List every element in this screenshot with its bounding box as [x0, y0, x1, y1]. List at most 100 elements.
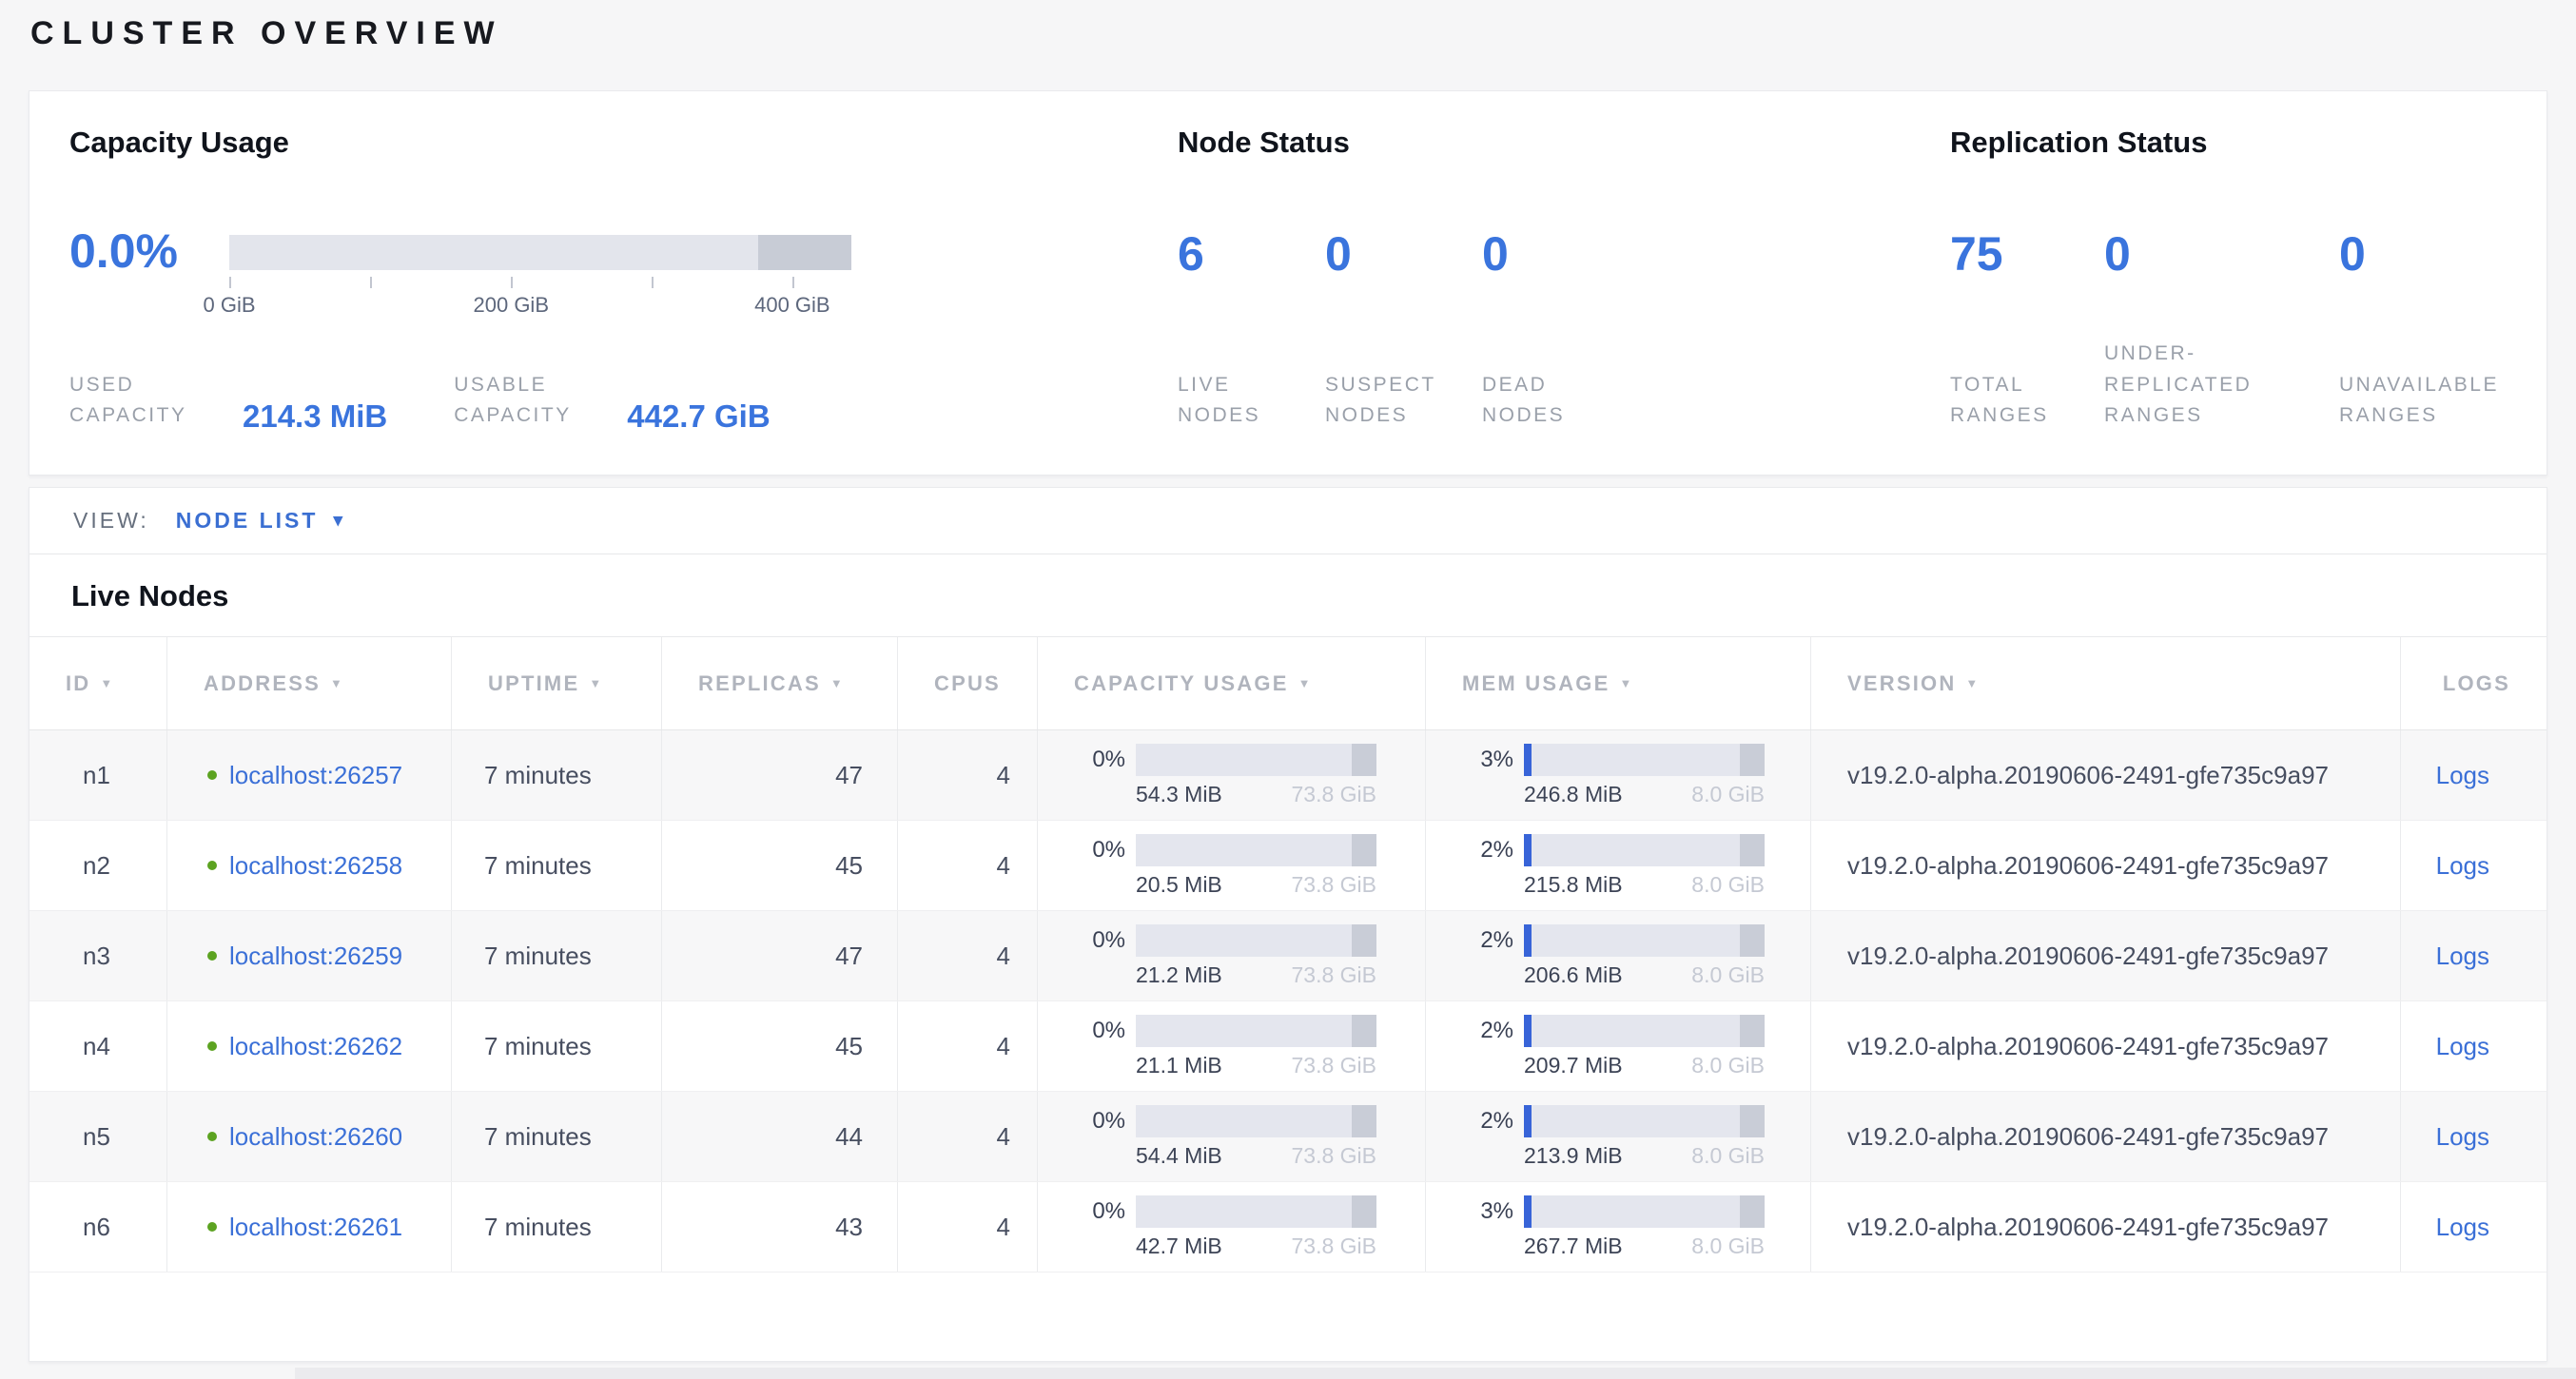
mem-usage-bar-fill [1524, 1195, 1532, 1228]
capacity-usage-cell: 0%42.7 MiB73.8 GiB [1038, 1182, 1426, 1272]
cell-logs: Logs [2401, 1182, 2547, 1272]
cell-uptime: 7 minutes [452, 911, 662, 1000]
capacity-usage-used-value: 54.4 MiB [1136, 1143, 1222, 1169]
mem-usage-cell: 2%206.6 MiB8.0 GiB [1426, 911, 1811, 1000]
axis-tick-label: 400 GiB [754, 293, 830, 318]
logs-link[interactable]: Logs [2436, 1213, 2489, 1242]
mem-usage-bar-fill [1524, 744, 1532, 776]
cell-version: v19.2.0-alpha.20190606-2491-gfe735c9a97 [1811, 911, 2401, 1000]
cell-uptime: 7 minutes [452, 821, 662, 910]
mem-usage-bar-fill [1524, 924, 1532, 957]
cell-logs: Logs [2401, 1092, 2547, 1181]
capacity-usage-heading: Capacity Usage [69, 126, 289, 160]
table-header-row: ID▼ADDRESS▼UPTIME▼REPLICAS▼CPUSCAPACITY … [29, 637, 2547, 730]
mem-usage-used-value: 213.9 MiB [1524, 1143, 1623, 1169]
mem-usage-bar [1524, 1105, 1765, 1137]
cell-logs: Logs [2401, 730, 2547, 820]
capacity-bar-dark-segment [758, 235, 851, 270]
column-header-address[interactable]: ADDRESS▼ [167, 637, 452, 729]
axis-tick-label: 0 GiB [203, 293, 255, 318]
live-nodes-label: LIVE NODES [1178, 370, 1325, 432]
view-dropdown[interactable]: NODE LIST ▾ [176, 508, 345, 534]
mem-usage-bar-fill [1524, 1105, 1532, 1137]
live-nodes-heading: Live Nodes [71, 579, 2547, 613]
page-title: CLUSTER OVERVIEW [30, 15, 503, 52]
usable-capacity-stat: USABLE CAPACITY 442.7 GiB [454, 370, 770, 432]
logs-link[interactable]: Logs [2436, 942, 2489, 971]
capacity-usage-total-value: 73.8 GiB [1292, 872, 1377, 898]
logs-link[interactable]: Logs [2436, 761, 2489, 790]
sort-caret-icon: ▼ [1965, 676, 1978, 690]
column-header-replicas[interactable]: REPLICAS ▼ [662, 637, 898, 729]
node-live-status-icon [207, 770, 217, 780]
cell-node-id: n3 [29, 911, 167, 1000]
column-header-label: ID [66, 671, 90, 696]
node-address-link[interactable]: localhost:26257 [229, 761, 402, 790]
cell-node-id: n4 [29, 1001, 167, 1091]
capacity-usage-percent: 0% [1038, 1108, 1125, 1135]
cell-uptime: 7 minutes [452, 1092, 662, 1181]
cell-address: localhost:26258 [167, 821, 452, 910]
cell-uptime: 7 minutes [452, 730, 662, 820]
replication-status-section: Replication Status 75 0 0 TOTAL RANGES U… [1908, 91, 2547, 475]
cell-version: v19.2.0-alpha.20190606-2491-gfe735c9a97 [1811, 1182, 2401, 1272]
total-ranges-count: 75 [1950, 226, 2104, 282]
mem-usage-used-value: 267.7 MiB [1524, 1233, 1623, 1259]
capacity-usage-bar [1136, 1015, 1376, 1047]
mem-usage-percent: 3% [1426, 1198, 1513, 1225]
mem-usage-bar-dark-segment [1740, 924, 1765, 957]
column-header-mem-usage[interactable]: MEM USAGE▼ [1426, 637, 1811, 729]
node-address-link[interactable]: localhost:26261 [229, 1213, 402, 1242]
node-list-panel: VIEW: NODE LIST ▾ Live Nodes ID▼ADDRESS▼… [29, 487, 2547, 1362]
column-header-version[interactable]: VERSION▼ [1811, 637, 2401, 729]
logs-link[interactable]: Logs [2436, 1032, 2489, 1061]
node-live-status-icon [207, 861, 217, 870]
cell-version: v19.2.0-alpha.20190606-2491-gfe735c9a97 [1811, 1092, 2401, 1181]
cell-cpus: 4 [898, 911, 1038, 1000]
column-header-logs: LOGS [2401, 637, 2547, 729]
mem-usage-total-value: 8.0 GiB [1691, 962, 1765, 988]
sort-caret-icon: ▼ [1298, 676, 1311, 690]
cell-address: localhost:26259 [167, 911, 452, 1000]
column-header-label: REPLICAS [698, 671, 821, 696]
axis-tick [652, 277, 654, 288]
logs-link[interactable]: Logs [2436, 851, 2489, 881]
cell-version: v19.2.0-alpha.20190606-2491-gfe735c9a97 [1811, 1001, 2401, 1091]
node-address-link[interactable]: localhost:26260 [229, 1122, 402, 1152]
column-header-id[interactable]: ID▼ [29, 637, 167, 729]
node-address-link[interactable]: localhost:26258 [229, 851, 402, 881]
sort-caret-icon: ▼ [830, 676, 843, 690]
node-address-link[interactable]: localhost:26262 [229, 1032, 402, 1061]
used-capacity-value: 214.3 MiB [243, 398, 387, 435]
sort-caret-icon: ▼ [1619, 676, 1631, 690]
mem-usage-total-value: 8.0 GiB [1691, 1233, 1765, 1259]
table-row: n4localhost:262627 minutes4540%21.1 MiB7… [29, 1001, 2547, 1092]
live-nodes-count: 6 [1178, 226, 1325, 282]
cluster-overview-page: CLUSTER OVERVIEW Capacity Usage 0.0% 0 G… [0, 0, 2576, 1379]
capacity-usage-total-value: 73.8 GiB [1292, 962, 1377, 988]
column-header-label: CAPACITY USAGE [1074, 671, 1289, 696]
capacity-usage-total-value: 73.8 GiB [1292, 1143, 1377, 1169]
cell-replicas: 47 [662, 911, 898, 1000]
logs-link[interactable]: Logs [2436, 1122, 2489, 1152]
node-address-link[interactable]: localhost:26259 [229, 942, 402, 971]
cell-replicas: 43 [662, 1182, 898, 1272]
column-header-uptime[interactable]: UPTIME▼ [452, 637, 662, 729]
mem-usage-bar [1524, 744, 1765, 776]
cell-replicas: 44 [662, 1092, 898, 1181]
capacity-usage-used-value: 54.3 MiB [1136, 782, 1222, 807]
capacity-usage-bar-dark-segment [1352, 1195, 1376, 1228]
mem-usage-bar-dark-segment [1740, 1105, 1765, 1137]
column-header-capacity-usage[interactable]: CAPACITY USAGE ▼ [1038, 637, 1426, 729]
cell-uptime: 7 minutes [452, 1182, 662, 1272]
used-capacity-stat: USED CAPACITY 214.3 MiB [69, 370, 387, 432]
cell-cpus: 4 [898, 1092, 1038, 1181]
cell-replicas: 45 [662, 1001, 898, 1091]
cell-replicas: 47 [662, 730, 898, 820]
mem-usage-percent: 2% [1426, 1018, 1513, 1044]
mem-usage-cell: 2%213.9 MiB8.0 GiB [1426, 1092, 1811, 1181]
axis-tick [229, 277, 231, 288]
cell-address: localhost:26262 [167, 1001, 452, 1091]
cluster-summary-panel: Capacity Usage 0.0% 0 GiB200 GiB400 GiB … [29, 90, 2547, 476]
capacity-usage-percent: 0% [1038, 1018, 1125, 1044]
